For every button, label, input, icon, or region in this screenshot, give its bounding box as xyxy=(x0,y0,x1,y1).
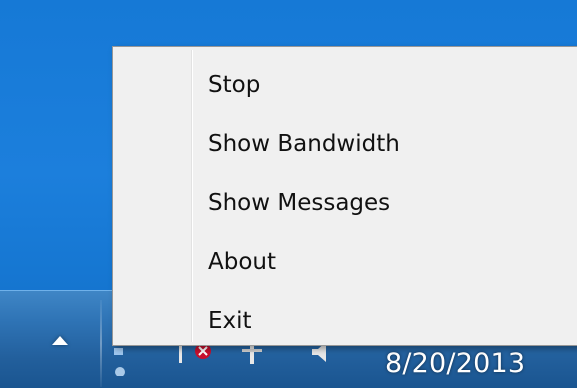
menu-item-label: Show Bandwidth xyxy=(208,131,400,157)
show-hidden-icons-arrow-icon[interactable] xyxy=(52,336,68,345)
taskbar-clock-date[interactable]: 8/20/2013 xyxy=(385,348,525,379)
network-icon[interactable] xyxy=(112,346,128,376)
menu-item-show-bandwidth[interactable]: Show Bandwidth xyxy=(116,119,577,169)
menu-item-label: Show Messages xyxy=(208,190,391,216)
tray-separator xyxy=(100,300,102,387)
menu-item-show-messages[interactable]: Show Messages xyxy=(116,178,577,228)
menu-item-label: Stop xyxy=(208,72,261,98)
menu-item-exit[interactable]: Exit xyxy=(116,296,577,346)
menu-item-stop[interactable]: Stop xyxy=(116,60,577,110)
tray-context-menu: Stop Show Bandwidth Show Messages About … xyxy=(112,46,577,346)
menu-item-about[interactable]: About xyxy=(116,237,577,287)
menu-item-label: About xyxy=(208,249,277,275)
menu-item-label: Exit xyxy=(208,308,252,334)
